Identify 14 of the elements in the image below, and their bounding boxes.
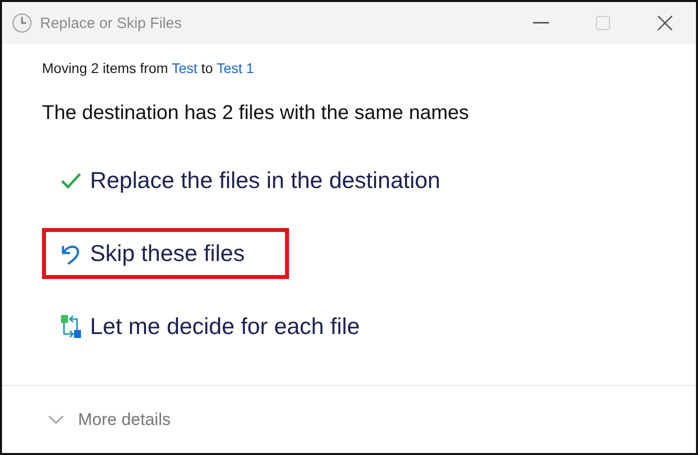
choice-option[interactable]: Skip these files — [42, 228, 289, 279]
maximize-icon — [596, 16, 610, 30]
minimize-icon — [533, 22, 549, 24]
window-title: Replace or Skip Files — [40, 14, 183, 32]
checkmark-icon — [60, 172, 82, 190]
clock-icon — [12, 13, 32, 33]
moving-summary: Moving 2 items from Test to Test 1 — [42, 60, 255, 76]
conflict-heading: The destination has 2 files with the same names — [42, 102, 470, 125]
chevron-icon — [48, 414, 64, 424]
close-icon — [657, 15, 673, 31]
destination-link[interactable]: Test 1 — [216, 60, 254, 76]
swap-files-icon — [60, 314, 82, 340]
source-link[interactable]: Test — [172, 60, 198, 76]
more-details-toggle[interactable]: More details — [48, 410, 171, 430]
